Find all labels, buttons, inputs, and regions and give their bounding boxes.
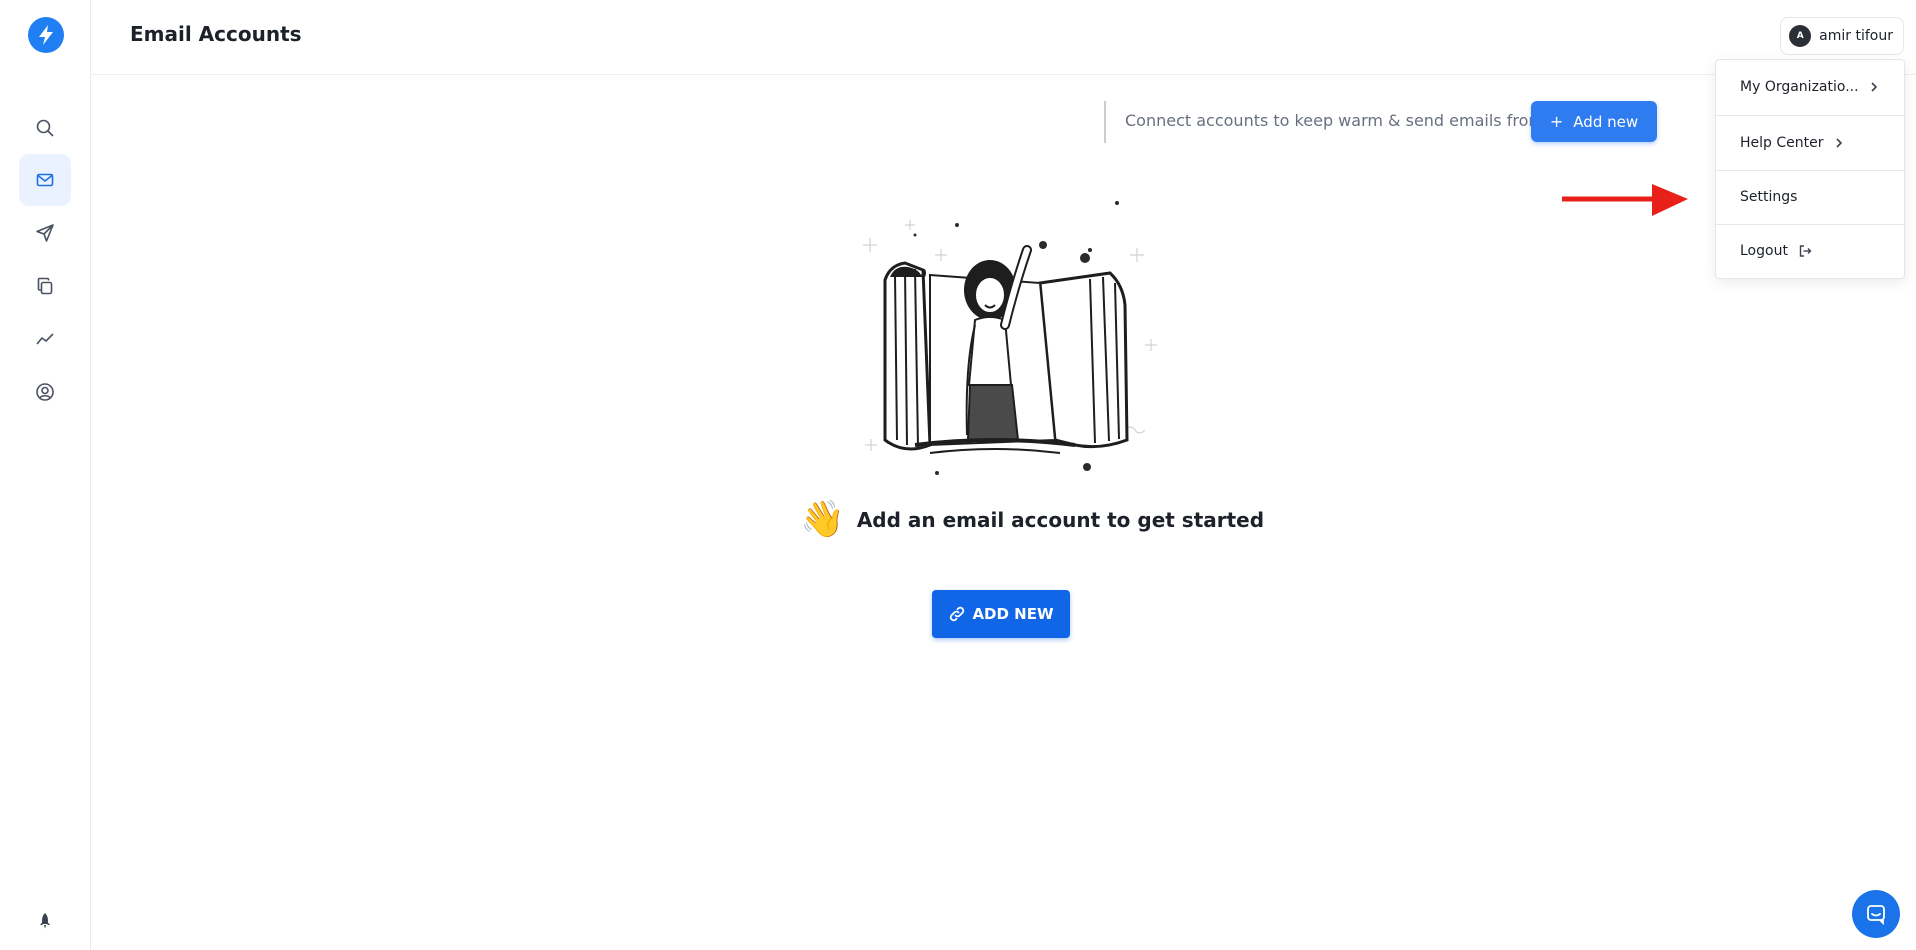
user-menu-button[interactable]: A amir tifour xyxy=(1780,17,1904,55)
trend-icon xyxy=(36,333,54,345)
add-new-button[interactable]: + Add new xyxy=(1531,101,1657,142)
avatar: A xyxy=(1789,25,1812,47)
wave-emoji: 👋 xyxy=(800,499,845,540)
toolbar-divider xyxy=(1104,101,1106,143)
app-logo[interactable] xyxy=(28,17,64,53)
add-new-label: Add new xyxy=(1573,112,1639,131)
user-name: amir tifour xyxy=(1819,28,1893,44)
user-dropdown-menu: My Organizatio... Help Center Settings L… xyxy=(1715,59,1905,279)
sidebar-item-account[interactable] xyxy=(19,366,71,418)
search-icon xyxy=(36,119,54,137)
connect-accounts-text: Connect accounts to keep warm & send ema… xyxy=(1125,111,1544,130)
top-header: Email Accounts A amir tifour xyxy=(91,0,1916,75)
page-title: Email Accounts xyxy=(130,22,302,46)
bolt-icon xyxy=(39,25,53,45)
user-circle-icon xyxy=(36,383,54,401)
mail-icon xyxy=(36,173,54,187)
link-icon xyxy=(950,606,965,622)
red-arrow-annotation xyxy=(1562,184,1688,216)
sidebar-item-search[interactable] xyxy=(19,102,71,154)
rocket-icon[interactable] xyxy=(36,912,54,930)
send-icon xyxy=(36,224,54,242)
sidebar-item-templates[interactable] xyxy=(19,260,71,312)
add-new-account-label: ADD NEW xyxy=(972,605,1054,623)
menu-item-label: Logout xyxy=(1740,243,1788,259)
copy-icon xyxy=(37,277,53,295)
menu-item-help-center[interactable]: Help Center xyxy=(1716,116,1904,170)
menu-item-my-organization[interactable]: My Organizatio... xyxy=(1716,60,1904,114)
empty-state-message-row: 👋 Add an email account to get started xyxy=(800,500,1264,540)
menu-item-settings[interactable]: Settings xyxy=(1716,170,1904,224)
empty-state-illustration xyxy=(863,201,1157,475)
menu-item-label: Help Center xyxy=(1740,135,1824,151)
chat-button[interactable] xyxy=(1852,890,1900,938)
menu-item-logout[interactable]: Logout xyxy=(1716,224,1904,278)
plus-icon: + xyxy=(1549,112,1564,131)
sidebar-item-email-accounts[interactable] xyxy=(19,154,71,206)
menu-item-label: My Organizatio... xyxy=(1740,79,1859,95)
chevron-right-icon xyxy=(1870,82,1877,92)
logout-icon xyxy=(1799,245,1812,257)
sidebar-item-campaigns[interactable] xyxy=(19,207,71,259)
empty-state-message: Add an email account to get started xyxy=(856,508,1265,532)
chevron-right-icon xyxy=(1835,138,1842,148)
add-new-account-button[interactable]: ADD NEW xyxy=(932,590,1070,638)
menu-item-label: Settings xyxy=(1740,189,1798,205)
sidebar-item-analytics[interactable] xyxy=(19,313,71,365)
sidebar xyxy=(0,0,91,950)
chat-icon xyxy=(1867,905,1885,925)
